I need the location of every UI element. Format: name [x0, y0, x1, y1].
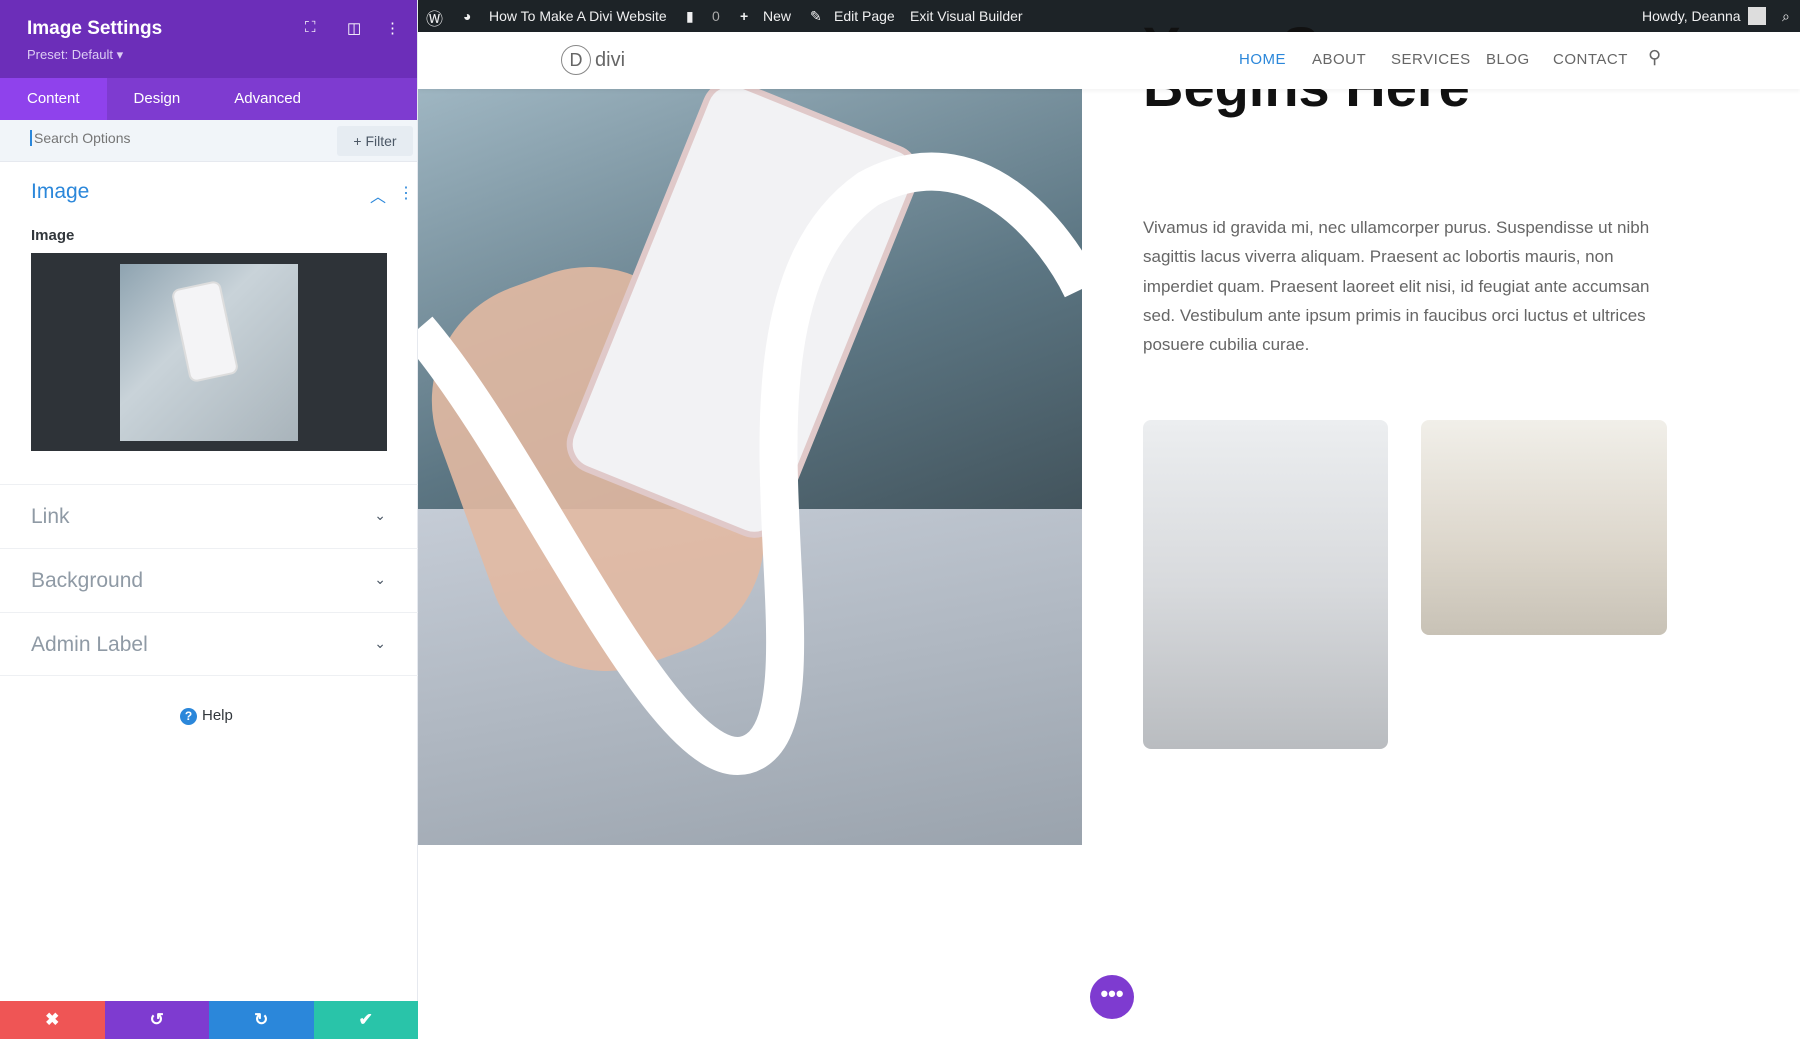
image-field-label: Image	[31, 227, 75, 244]
comments-icon[interactable]: ▮	[686, 8, 694, 25]
tab-advanced[interactable]: Advanced	[207, 78, 328, 120]
divi-logo[interactable]: Ddivi	[561, 45, 625, 75]
save-button[interactable]: ✔	[313, 1001, 418, 1039]
fullscreen-icon[interactable]: ⛶	[305, 19, 316, 36]
hero-image[interactable]	[418, 89, 1082, 845]
hero-paragraph: Vivamus id gravida mi, nec ullamcorper p…	[1143, 218, 1650, 355]
nav-about[interactable]: ABOUT	[1312, 51, 1366, 68]
logo-mark: D	[561, 45, 591, 75]
pencil-icon: ✎	[810, 8, 822, 24]
toggle-background[interactable]: Background ⌄	[0, 548, 418, 612]
chevron-up-icon[interactable]: ︿	[370, 183, 386, 207]
swirl-shape	[418, 152, 1082, 775]
tab-content[interactable]: Content	[0, 78, 107, 120]
plus-icon: +	[740, 8, 749, 24]
help-link[interactable]: ? Help	[180, 707, 233, 725]
panel-header: Image Settings Preset: Default ▾ ⛶ ◫ ⋮	[0, 0, 417, 78]
tab-design[interactable]: Design	[107, 78, 208, 120]
undo-button[interactable]: ↺	[104, 1001, 209, 1039]
search-icon[interactable]: ⌕	[1782, 8, 1790, 25]
howdy-user[interactable]: Howdy, Deanna	[1642, 8, 1741, 24]
women-with-laptop-image[interactable]	[1143, 420, 1388, 749]
section-menu-icon[interactable]: ⋮	[398, 183, 414, 203]
site-name-link[interactable]: How To Make A Divi Website	[489, 8, 667, 24]
nav-contact[interactable]: CONTACT	[1553, 51, 1628, 68]
comments-count[interactable]: 0	[712, 8, 720, 24]
split-view-icon[interactable]: ◫	[347, 19, 361, 37]
search-bar: + Filter	[0, 120, 417, 162]
site-dashboard-icon: ◕	[463, 8, 472, 24]
toggle-link[interactable]: Link ⌄	[0, 484, 418, 548]
chevron-down-icon: ⌄	[374, 571, 386, 587]
help-icon: ?	[180, 708, 197, 725]
wordpress-logo-icon[interactable]: Ⓦ	[426, 5, 443, 30]
panel-action-bar: ✖ ↺ ↻ ✔	[0, 1001, 418, 1039]
armchair-image[interactable]	[1421, 420, 1667, 635]
nav-blog[interactable]: BLOG	[1486, 51, 1530, 68]
search-icon[interactable]: ⚲	[1648, 47, 1662, 68]
panel-title: Image Settings	[27, 18, 163, 39]
site-header: Ddivi HOME ABOUT SERVICES BLOG CONTACT ⚲	[418, 32, 1800, 89]
help-label: Help	[202, 707, 233, 724]
image-thumbnail	[120, 264, 298, 441]
builder-options-button[interactable]: •••	[1090, 975, 1134, 1019]
toggle-label: Link	[31, 505, 70, 528]
image-upload-preview[interactable]	[31, 253, 387, 451]
search-options-input[interactable]	[30, 130, 330, 146]
edit-page-link[interactable]: Edit Page	[834, 8, 895, 24]
toggle-label: Background	[31, 569, 144, 592]
exit-visual-builder-link[interactable]: Exit Visual Builder	[910, 8, 1023, 24]
avatar[interactable]	[1748, 7, 1766, 25]
new-link[interactable]: New	[763, 8, 791, 24]
nav-services[interactable]: SERVICES	[1391, 51, 1471, 68]
toggle-label: Admin Label	[31, 633, 148, 656]
image-settings-panel: Image Settings Preset: Default ▾ ⛶ ◫ ⋮ C…	[0, 0, 418, 1039]
logo-text: divi	[595, 48, 626, 71]
chevron-down-icon: ⌄	[374, 507, 386, 523]
filter-button[interactable]: + Filter	[337, 126, 413, 156]
image-section-title[interactable]: Image	[31, 180, 89, 204]
more-options-icon[interactable]: ⋮	[385, 19, 400, 37]
preset-dropdown[interactable]: Preset: Default ▾	[27, 47, 123, 63]
redo-button[interactable]: ↻	[209, 1001, 314, 1039]
chevron-down-icon: ⌄	[374, 635, 386, 651]
panel-tabs: Content Design Advanced	[0, 78, 417, 120]
toggle-admin-label[interactable]: Admin Label ⌄	[0, 612, 418, 676]
cancel-button[interactable]: ✖	[0, 1001, 105, 1039]
wp-admin-bar: Ⓦ ◕ How To Make A Divi Website ▮ 0 + New…	[418, 0, 1800, 32]
nav-home[interactable]: HOME	[1239, 51, 1286, 68]
